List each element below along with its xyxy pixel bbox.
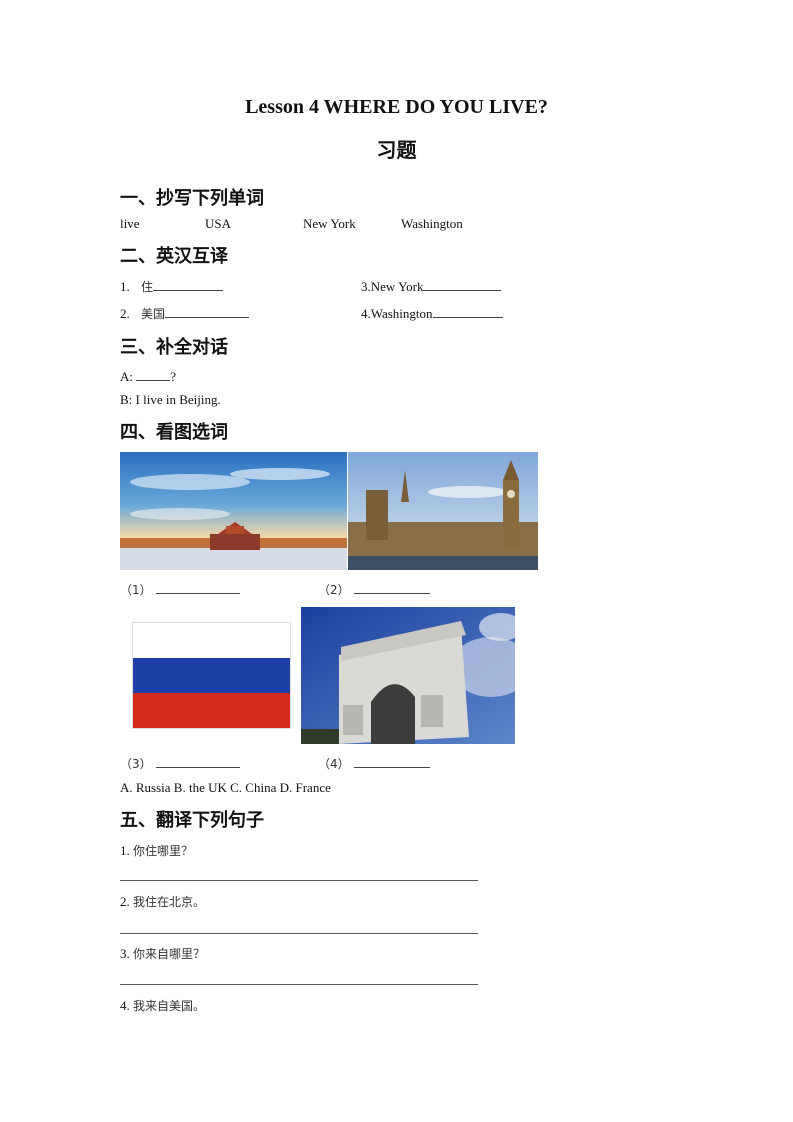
item-text: 住 [141, 280, 154, 294]
answer-blank[interactable] [155, 581, 240, 594]
picture-number: （4） [318, 757, 350, 771]
picture-label-2: （2） [318, 581, 430, 598]
forbidden-city-photo [120, 452, 347, 570]
document-subtitle: 习题 [376, 138, 417, 162]
section4-heading: 四、看图选词 [120, 422, 228, 443]
answer-blank[interactable] [165, 305, 250, 318]
dialogue-line-a: A: ? [120, 368, 176, 385]
sentence-number: 2. [120, 894, 130, 909]
picture-label-1: （1） [120, 581, 240, 598]
item-number: 1. [120, 279, 130, 294]
dialogue-line-b: B: I live in Beijing. [120, 392, 221, 407]
picture-number: （3） [120, 757, 152, 771]
item-text: New York [370, 279, 424, 294]
arc-de-triomphe-photo [301, 607, 515, 744]
answer-line-1[interactable] [120, 880, 478, 881]
russia-flag [132, 622, 291, 729]
flag-white-stripe [133, 623, 290, 658]
sentence-3: 3. 你来自哪里？ [120, 945, 205, 962]
flag-red-stripe [133, 693, 290, 728]
sentence-number: 1. [120, 843, 130, 858]
sentence-text: 我住在北京。 [133, 895, 206, 909]
section2-heading: 二、英汉互译 [120, 246, 228, 267]
picture-number: （2） [318, 583, 350, 597]
picture-label-3: （3） [120, 755, 240, 772]
sentence-number: 4. [120, 998, 130, 1013]
word-live: live [120, 216, 140, 231]
answer-blank[interactable] [432, 305, 503, 318]
answer-blank[interactable] [153, 278, 224, 291]
word-washington: Washington [401, 216, 463, 231]
section5-heading: 五、翻译下列句子 [120, 810, 264, 831]
section1-heading: 一、抄写下列单词 [120, 188, 264, 209]
item-text: Washington [370, 306, 433, 321]
translate-item-2: 2. 美国 [120, 305, 250, 322]
translate-item-3: 3.New York [361, 278, 502, 295]
answer-blank[interactable] [136, 368, 171, 381]
word-usa: USA [205, 216, 232, 231]
answer-blank[interactable] [353, 581, 430, 594]
sentence-text: 我来自美国。 [133, 999, 206, 1013]
answer-blank[interactable] [155, 755, 240, 768]
word-new-york: New York [303, 216, 356, 231]
flag-blue-stripe [133, 658, 290, 693]
translate-item-4: 4.Washington [361, 305, 503, 322]
sentence-4: 4. 我来自美国。 [120, 997, 205, 1014]
item-number: 2. [120, 306, 130, 321]
sentence-number: 3. [120, 946, 130, 961]
sentence-text: 你住哪里？ [133, 844, 194, 858]
answer-line-2[interactable] [120, 933, 478, 934]
answer-blank[interactable] [353, 755, 430, 768]
translate-item-1: 1. 住 [120, 278, 224, 295]
speaker-a: A: [120, 369, 133, 384]
answer-blank[interactable] [423, 278, 502, 291]
picture-label-4: （4） [318, 755, 430, 772]
document-title: Lesson 4 WHERE DO YOU LIVE? [245, 96, 548, 118]
sentence-1: 1. 你住哪里？ [120, 842, 193, 859]
item-text: 美国 [141, 307, 166, 321]
answer-line-3[interactable] [120, 984, 478, 985]
item-number: 3. [361, 279, 371, 294]
picture-number: （1） [120, 583, 152, 597]
sentence-2: 2. 我住在北京。 [120, 893, 205, 910]
question-mark: ? [170, 369, 177, 384]
big-ben-photo [348, 452, 538, 570]
answer-options: A. Russia B. the UK C. China D. France [120, 780, 331, 795]
item-number: 4. [361, 306, 371, 321]
sentence-text: 你来自哪里？ [133, 947, 206, 961]
section3-heading: 三、补全对话 [120, 337, 228, 358]
